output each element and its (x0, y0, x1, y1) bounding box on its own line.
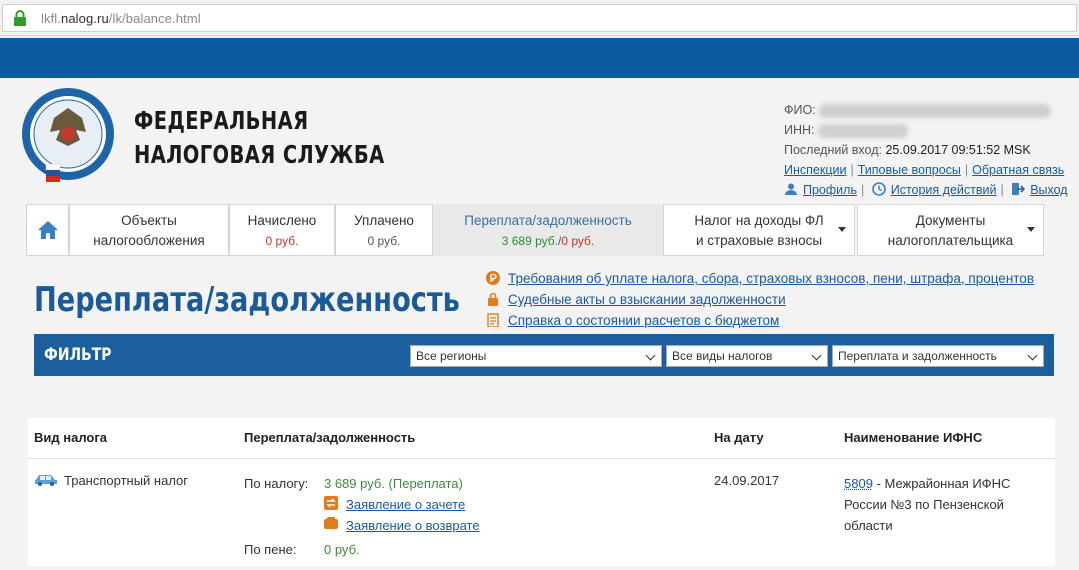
tax-type-select[interactable]: Все виды налогов (666, 345, 828, 367)
ifns-name-part2: России №3 по Пензенской (844, 497, 1004, 512)
separator: | (964, 163, 969, 177)
column-header-balance: Переплата/задолженность (244, 430, 416, 445)
tab-label: Документы (915, 213, 986, 228)
tab-home[interactable] (26, 204, 69, 256)
column-header-date: На дату (714, 430, 764, 445)
tab-paid[interactable]: Уплачено 0 руб. (335, 204, 433, 256)
tab-tax-objects[interactable]: Объекты налогообложения (69, 204, 229, 256)
tax-name: Транспортный налог (64, 473, 189, 488)
tab-label: налогообложения (93, 233, 205, 248)
tab-label: Начислено (247, 213, 317, 228)
tab-label: Налог на доходы ФЛ (694, 213, 824, 228)
requirements-link[interactable]: Требования об уплате налога, сбора, стра… (508, 271, 1034, 286)
separator: | (850, 163, 854, 177)
inn-redacted (818, 123, 908, 138)
faq-link[interactable]: Типовые вопросы (858, 163, 961, 177)
dropdown-caret-icon (838, 227, 846, 232)
profile-link[interactable]: Профиль (803, 183, 857, 197)
fns-emblem-logo[interactable] (20, 86, 116, 186)
url-text: lkfl.nalog.ru/lk/balance.html (41, 11, 201, 26)
filter-bar: ФИЛЬТР Все регионы Все виды налогов Пере… (34, 334, 1054, 376)
chevron-down-icon (811, 350, 822, 361)
region-select[interactable]: Все регионы (410, 345, 662, 367)
column-header-ifns: Наименование ИФНС (844, 430, 983, 445)
fio-redacted (819, 103, 1052, 118)
dropdown-caret-icon (1027, 227, 1035, 232)
settlement-certificate-link[interactable]: Справка о состоянии расчетов с бюджетом (508, 313, 779, 328)
document-icon (487, 313, 499, 327)
separator: | (860, 183, 865, 197)
logout-link[interactable]: Выход (1030, 183, 1067, 197)
results-table: Вид налога Переплата/задолженность На да… (28, 418, 1055, 566)
page-title: Переплата/задолженность (34, 280, 460, 320)
tab-taxpayer-documents[interactable]: Документы налогоплательщика (857, 204, 1044, 256)
wallet-icon (324, 517, 338, 529)
top-brand-band (0, 38, 1079, 78)
last-login-value: 25.09.2017 09:51:52 MSK (885, 143, 1031, 157)
home-icon (37, 221, 58, 239)
url-field[interactable]: lkfl.nalog.ru/lk/balance.html (2, 4, 1077, 32)
lock-icon (14, 10, 26, 26)
ifns-name-part3: области (844, 518, 893, 533)
tab-amount-debt: 0 руб. (561, 234, 595, 248)
column-header-tax-type: Вид налога (34, 430, 107, 445)
tab-label: Объекты (121, 213, 177, 228)
fio-label: ФИО: (784, 103, 816, 117)
header-divider (28, 458, 1055, 459)
document-links: Требования об уплате налога, сбора, стра… (486, 268, 1034, 331)
ifns-code-link[interactable]: 5809 (844, 476, 873, 491)
separator: | (1000, 183, 1004, 197)
balance-type-select[interactable]: Переплата и задолженность (832, 345, 1044, 367)
history-link[interactable]: История действий (891, 183, 997, 197)
tab-amount: 0 руб. (265, 234, 299, 248)
profile-icon (785, 183, 797, 195)
tab-label: налогоплательщика (887, 233, 1014, 248)
inn-label: ИНН: (784, 123, 815, 137)
court-lock-icon (488, 292, 498, 306)
penalty-value: 0 руб. (324, 542, 360, 557)
tab-label: и страховые взносы (695, 233, 823, 248)
car-icon (35, 475, 57, 486)
balance-type-select-value: Переплата и задолженность (838, 349, 997, 363)
filter-label: ФИЛЬТР (44, 345, 112, 365)
balance-date: 24.09.2017 (714, 473, 780, 488)
penalty-label: По пене: (244, 542, 297, 557)
offset-application-link[interactable]: Заявление о зачете (346, 497, 465, 512)
offset-arrows-icon (324, 496, 338, 510)
last-login-label: Последний вход: (784, 143, 882, 157)
tab-amount-overpayment: 3 689 руб. (501, 234, 558, 248)
court-acts-link[interactable]: Судебные акты о взыскании задолженности (508, 292, 786, 307)
inspections-link[interactable]: Инспекции (784, 163, 846, 177)
tab-ndfl-insurance[interactable]: Налог на доходы ФЛ и страховые взносы (663, 204, 855, 256)
tab-accrued[interactable]: Начислено 0 руб. (229, 204, 335, 256)
tab-overpayment-debt[interactable]: Переплата/задолженность 3 689 руб./0 руб… (433, 204, 663, 256)
tab-label: Уплачено (354, 213, 414, 228)
history-icon (871, 182, 886, 196)
ifns-name: 5809 - Межрайонная ИФНС России №3 по Пен… (844, 473, 1010, 536)
chevron-down-icon (1027, 350, 1038, 361)
tax-label: По налогу: (244, 476, 309, 491)
tab-label: Переплата/задолженность (464, 213, 632, 228)
refund-application-link[interactable]: Заявление о возврате (346, 518, 480, 533)
chevron-down-icon (645, 350, 656, 361)
tax-overpayment-value: 3 689 руб. (Переплата) (324, 476, 463, 491)
org-name-line1: ФЕДЕРАЛЬНАЯ (134, 106, 309, 135)
logout-icon (1012, 183, 1026, 195)
tab-amount: 0 руб. (367, 234, 401, 248)
region-select-value: Все регионы (416, 349, 487, 363)
org-name-line2: НАЛОГОВАЯ СЛУЖБА (134, 140, 385, 169)
org-name: ФЕДЕРАЛЬНАЯ НАЛОГОВАЯ СЛУЖБА (134, 104, 385, 172)
user-info-panel: ФИО: ИНН: Последний вход: 25.09.2017 09:… (784, 100, 1074, 200)
ifns-name-part1: - Межрайонная ИФНС (872, 476, 1011, 491)
feedback-link[interactable]: Обратная связь (972, 163, 1064, 177)
tax-type-select-value: Все виды налогов (672, 349, 773, 363)
ruble-icon (486, 271, 500, 285)
browser-address-bar: lkfl.nalog.ru/lk/balance.html (0, 0, 1079, 36)
